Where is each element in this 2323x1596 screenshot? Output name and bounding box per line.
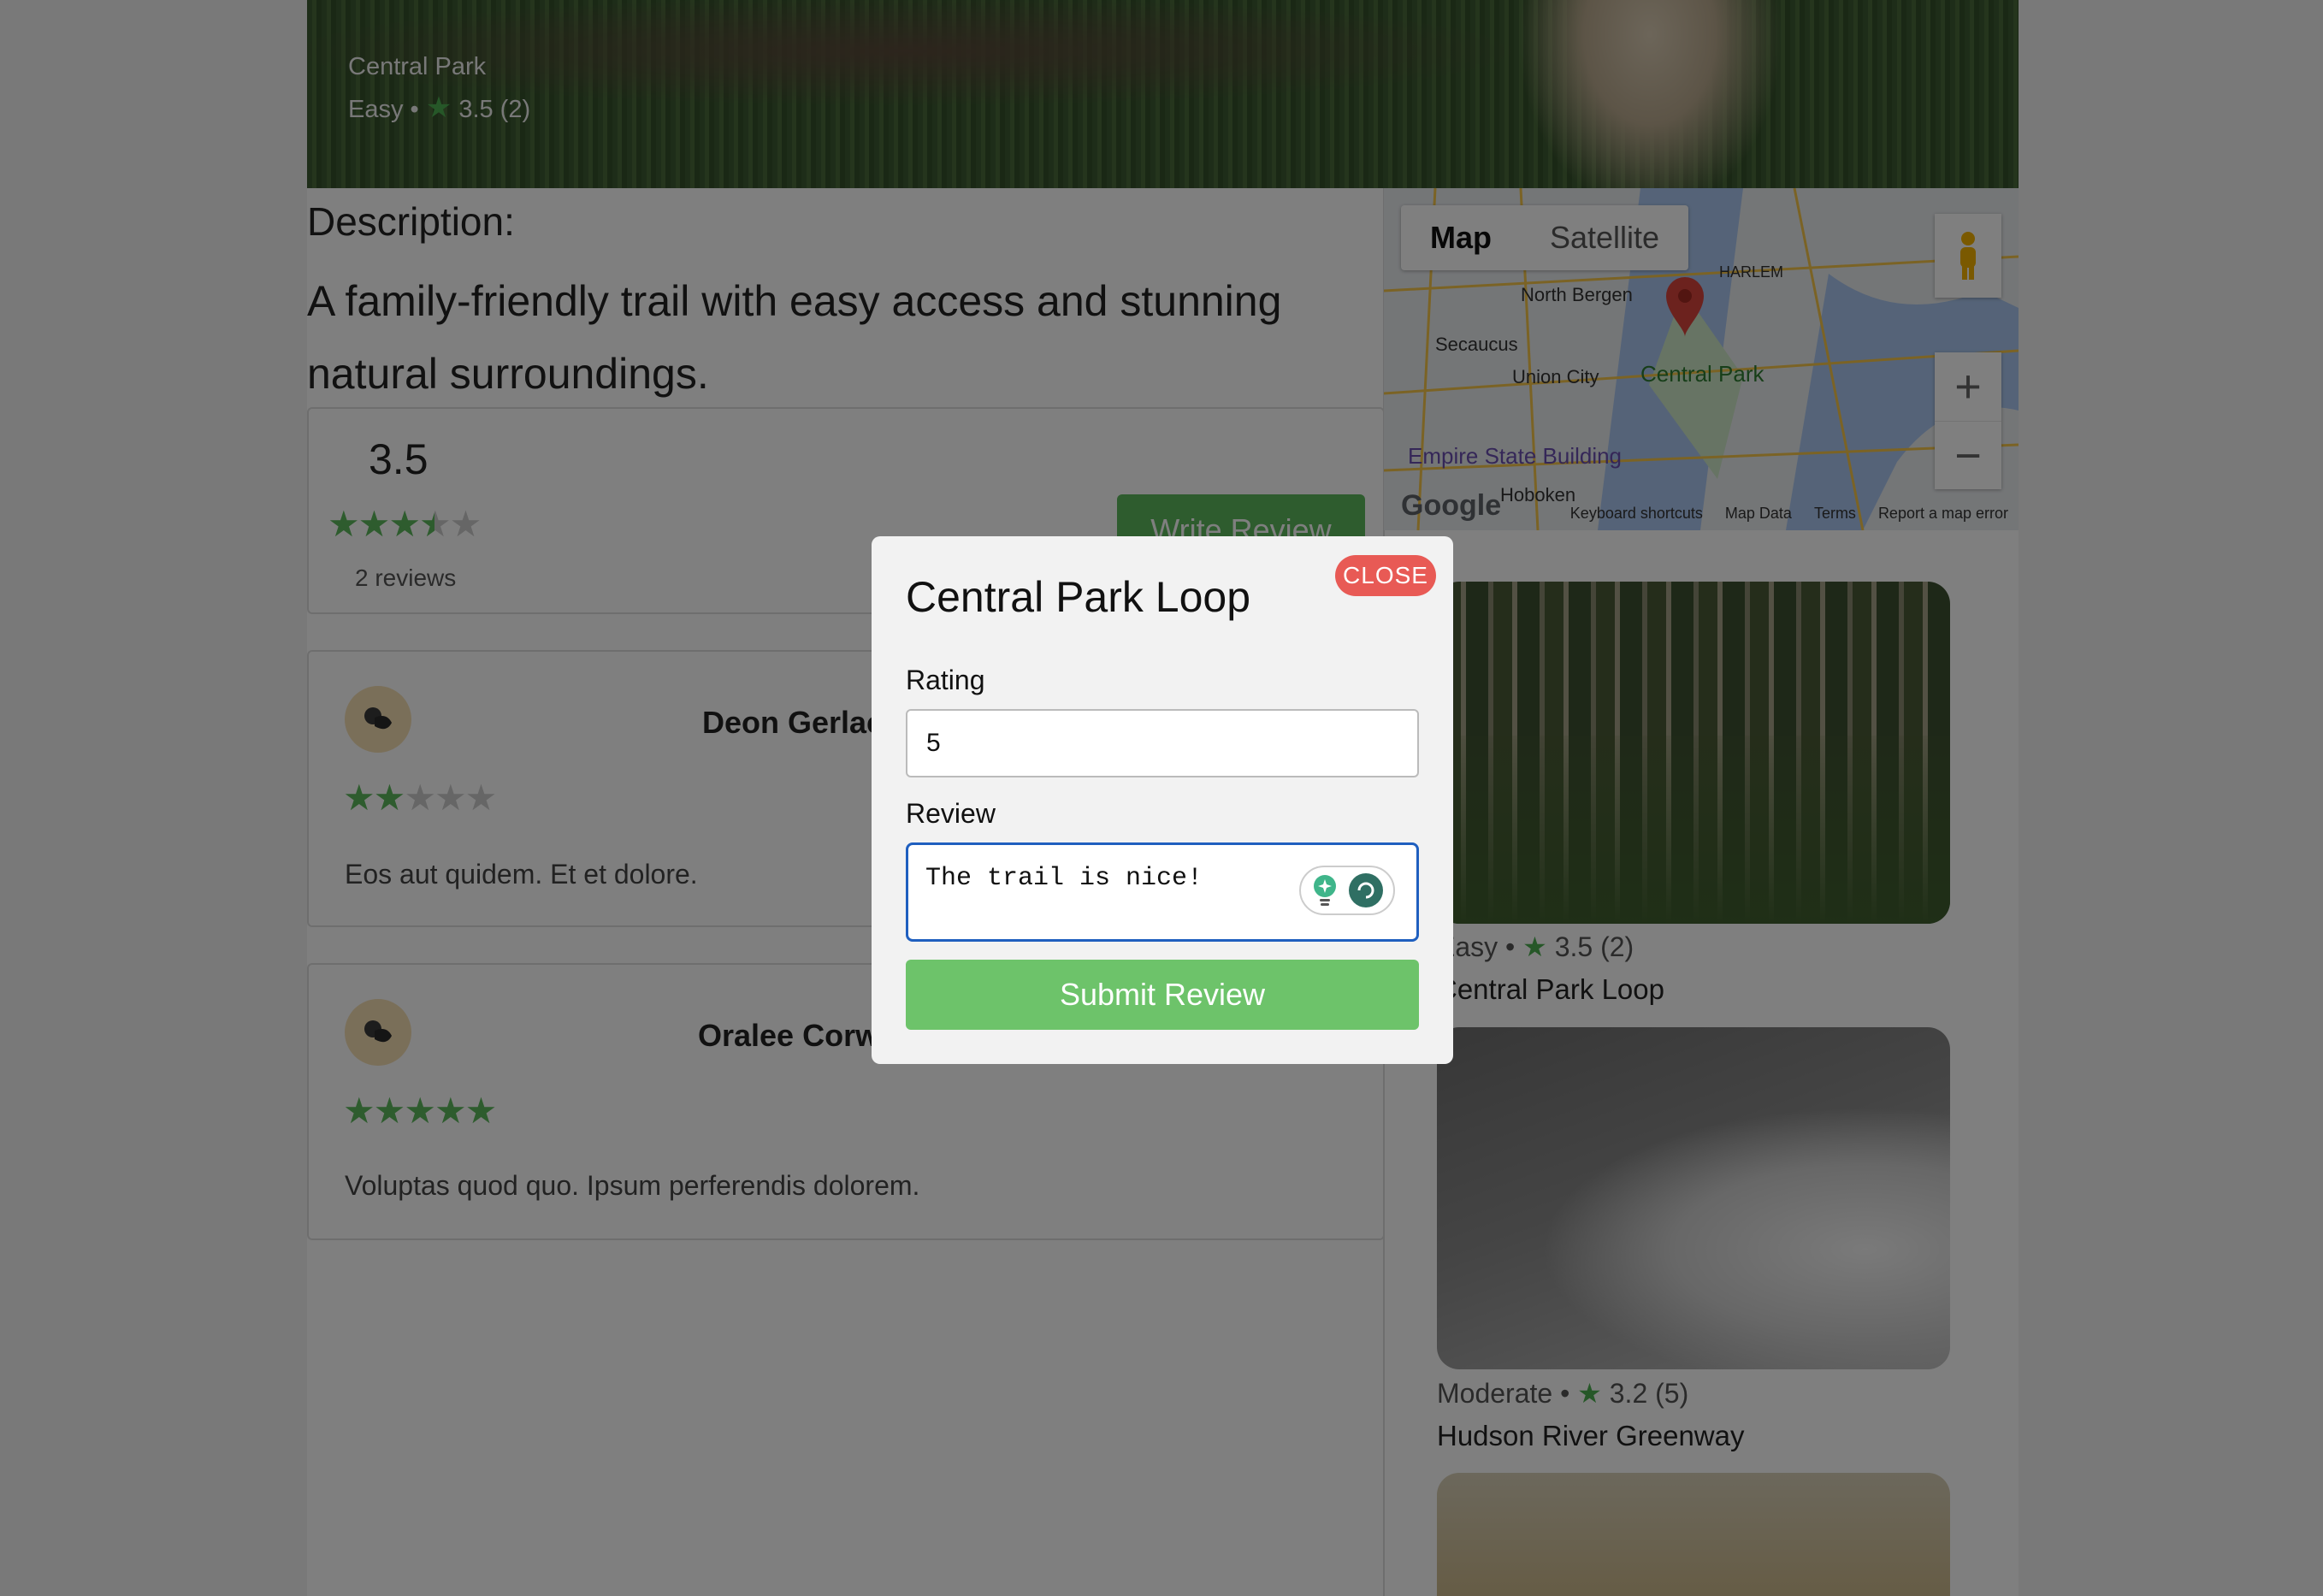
rating-label: Rating	[906, 665, 985, 695]
review-modal: Central Park Loop CLOSE Rating Review Th…	[872, 536, 1453, 1064]
lightbulb-icon[interactable]	[1309, 873, 1340, 907]
submit-review-button[interactable]: Submit Review	[906, 960, 1419, 1030]
close-button[interactable]: CLOSE	[1335, 555, 1436, 596]
rating-input[interactable]	[906, 709, 1419, 777]
writing-assistant-widget[interactable]	[1299, 866, 1395, 915]
assistant-status-icon[interactable]	[1347, 872, 1385, 909]
review-label: Review	[906, 798, 996, 829]
modal-title: Central Park Loop	[906, 573, 1251, 621]
